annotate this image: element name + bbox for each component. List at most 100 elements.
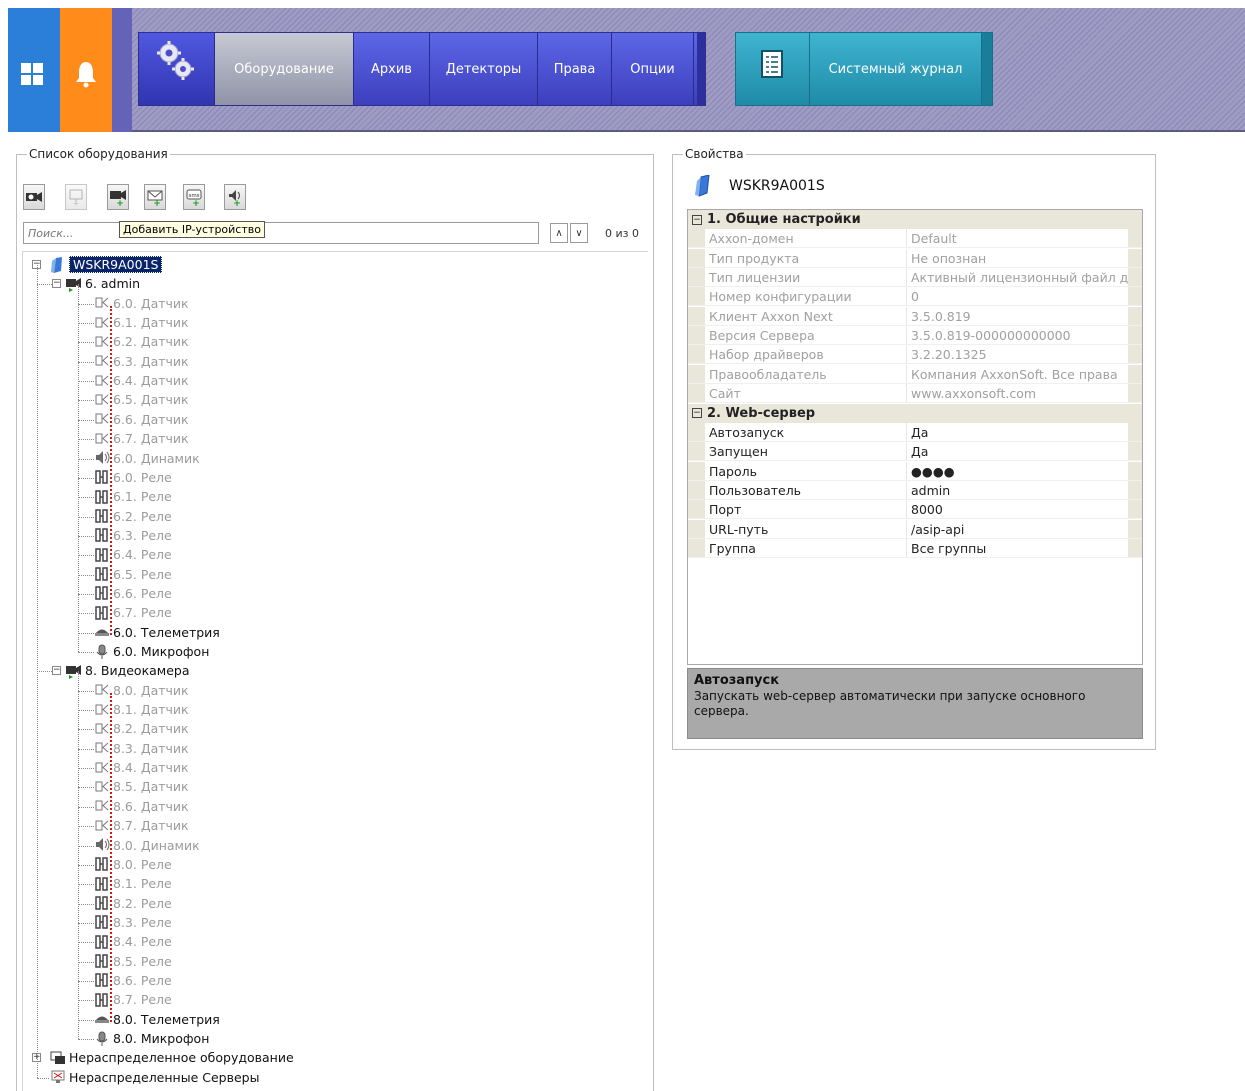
add-monitor-button[interactable]: + [65,184,87,210]
tree-node-speaker[interactable]: 8.0. Динамик [93,836,200,855]
property-row[interactable]: URL-путь/asip-api [688,519,1142,539]
tab-detectors[interactable]: Детекторы [430,33,538,105]
property-value[interactable]: admin [907,481,1128,499]
tree-node-relay[interactable]: 6.1. Реле [93,487,172,506]
tree-node-sensor[interactable]: 6.0. Датчик [93,294,189,313]
search-next-button[interactable]: ∨ [570,223,588,243]
tree-node-relay[interactable]: 6.6. Реле [93,584,172,603]
tree-node-sensor[interactable]: 6.2. Датчик [93,332,189,351]
telemetry-icon [95,629,109,637]
tree-node-relay[interactable]: 8.2. Реле [93,894,172,913]
tab-equipment[interactable]: Оборудование [215,33,354,105]
tab-archive[interactable]: Архив [354,33,430,105]
tree-node-server[interactable]: WSKR9A001S [49,255,163,274]
tree-node-sensor[interactable]: 6.5. Датчик [93,390,189,409]
tree-node-sensor[interactable]: 6.6. Датчик [93,410,189,429]
telemetry-icon [95,1016,109,1024]
tree-node-sensor[interactable]: 8.6. Датчик [93,797,189,816]
tree-node-sensor[interactable]: 6.4. Датчик [93,371,189,390]
tree-node-relay[interactable]: 8.3. Реле [93,913,172,932]
tree-node-telemetry[interactable]: 8.0. Телеметрия [93,1010,220,1029]
add-speaker-button[interactable]: + [224,184,246,210]
property-row[interactable]: Группа Все группы [688,538,1142,558]
property-value[interactable]: /asip-api [907,520,1128,538]
collapse-icon[interactable]: − [692,214,702,225]
tree-connector [37,284,52,286]
tree-node-label: 6.4. Датчик [113,373,189,389]
camera-search-button[interactable] [23,184,45,210]
search-input[interactable] [23,222,539,244]
property-value[interactable]: Все группы [907,539,1128,557]
tree-node-device[interactable]: 6. admin [65,274,140,293]
tree-node-relay[interactable]: 8.5. Реле [93,952,172,971]
notifications-tile[interactable] [60,8,112,132]
tree-node-relay[interactable]: 8.4. Реле [93,932,172,951]
property-row[interactable]: Автозапуск Да [688,422,1142,442]
tree-node-relay[interactable]: 8.0. Реле [93,855,172,874]
tree-node-label: 6.1. Датчик [113,315,189,331]
tree-node-label: 8.0. Реле [113,856,172,872]
tab-rights[interactable]: Права [538,33,612,105]
property-value[interactable]: Да [907,442,1128,460]
tree-node-telemetry[interactable]: 6.0. Телеметрия [93,623,220,642]
svg-text:+: + [73,200,79,207]
expander-device[interactable]: − [52,279,61,289]
tree-node-relay[interactable]: 8.7. Реле [93,990,172,1009]
relay-icon [95,489,108,504]
property-value: Default [911,231,957,247]
expander-device[interactable]: − [52,666,61,676]
tree-node-sensor[interactable]: 6.7. Датчик [93,429,189,448]
tree-node-sensor[interactable]: 8.5. Датчик [93,777,189,796]
tree-node-sensor[interactable]: 6.3. Датчик [93,352,189,371]
property-value: 3.2.20.1325 [911,347,987,363]
property-value[interactable]: ●●●● [907,462,1128,480]
tree-node-relay[interactable]: 8.6. Реле [93,971,172,990]
system-log-tile[interactable] [736,33,810,105]
equipment-list-panel: Список оборудования + + + sms + + Поиск.… [16,147,654,1091]
tree-node-relay[interactable]: 6.4. Реле [93,545,172,564]
tree-node-label: 8.4. Реле [113,934,172,950]
property-row: Правообладатель Компания AxxonSoft. Все п… [688,364,1142,384]
tab-options[interactable]: Опции [612,33,694,105]
tree-node-device[interactable]: 8. Видеокамера [65,661,190,680]
tree-node-relay[interactable]: 6.7. Реле [93,603,172,622]
tree-node-relay[interactable]: 6.3. Реле [93,526,172,545]
tree-node-label: 6.0. Телеметрия [113,624,220,640]
property-row[interactable]: Запущен Да [688,442,1142,462]
property-row[interactable]: Порт 8000 [688,500,1142,520]
tree-node-sensor[interactable]: 8.1. Датчик [93,700,189,719]
add-camera-button[interactable]: + [107,184,129,210]
tree-node-sensor[interactable]: 8.7. Датчик [93,816,189,835]
property-section-header[interactable]: −2. Web-сервер [688,403,1142,423]
tree-node-sensor[interactable]: 6.1. Датчик [93,313,189,332]
collapse-icon[interactable]: − [692,408,702,418]
system-log-button[interactable]: Системный журнал [810,33,982,105]
property-row[interactable]: Пароль ●●●● [688,461,1142,481]
sensor-icon [95,762,109,773]
tree-node-relay[interactable]: 6.2. Реле [93,507,172,526]
windows-tile[interactable] [8,8,60,132]
add-email-button[interactable]: + [144,184,166,210]
tree-node-microphone[interactable]: 8.0. Микрофон [93,1029,209,1048]
search-prev-button[interactable]: ∧ [550,223,568,243]
tree-node-unassigned-servers[interactable]: Нераспределенные Серверы [49,1068,259,1087]
tree-node-speaker[interactable]: 6.0. Динамик [93,449,200,468]
tree-node-sensor[interactable]: 8.3. Датчик [93,739,189,758]
tree-node-microphone[interactable]: 6.0. Микрофон [93,642,209,661]
settings-tile[interactable] [139,33,215,105]
tree-node-relay[interactable]: 8.1. Реле [93,874,172,893]
property-row[interactable]: Пользователь admin [688,480,1142,500]
tree-node-sensor[interactable]: 8.0. Датчик [93,681,189,700]
tree-node-unassigned-equipment[interactable]: Нераспределенное оборудование [49,1048,294,1067]
add-sms-button[interactable]: sms + [183,184,205,210]
property-value[interactable]: Да [907,423,1128,441]
tile-separator [112,8,132,132]
tree-node-relay[interactable]: 6.5. Реле [93,565,172,584]
tree-node-sensor[interactable]: 8.4. Датчик [93,758,189,777]
relay-icon [95,876,108,891]
tree-node-sensor[interactable]: 8.2. Датчик [93,719,189,738]
property-section-header[interactable]: −1. Общие настройки [688,210,1142,229]
tree-connector [78,284,79,652]
tree-node-relay[interactable]: 6.0. Реле [93,468,172,487]
property-value[interactable]: 8000 [907,500,1128,518]
